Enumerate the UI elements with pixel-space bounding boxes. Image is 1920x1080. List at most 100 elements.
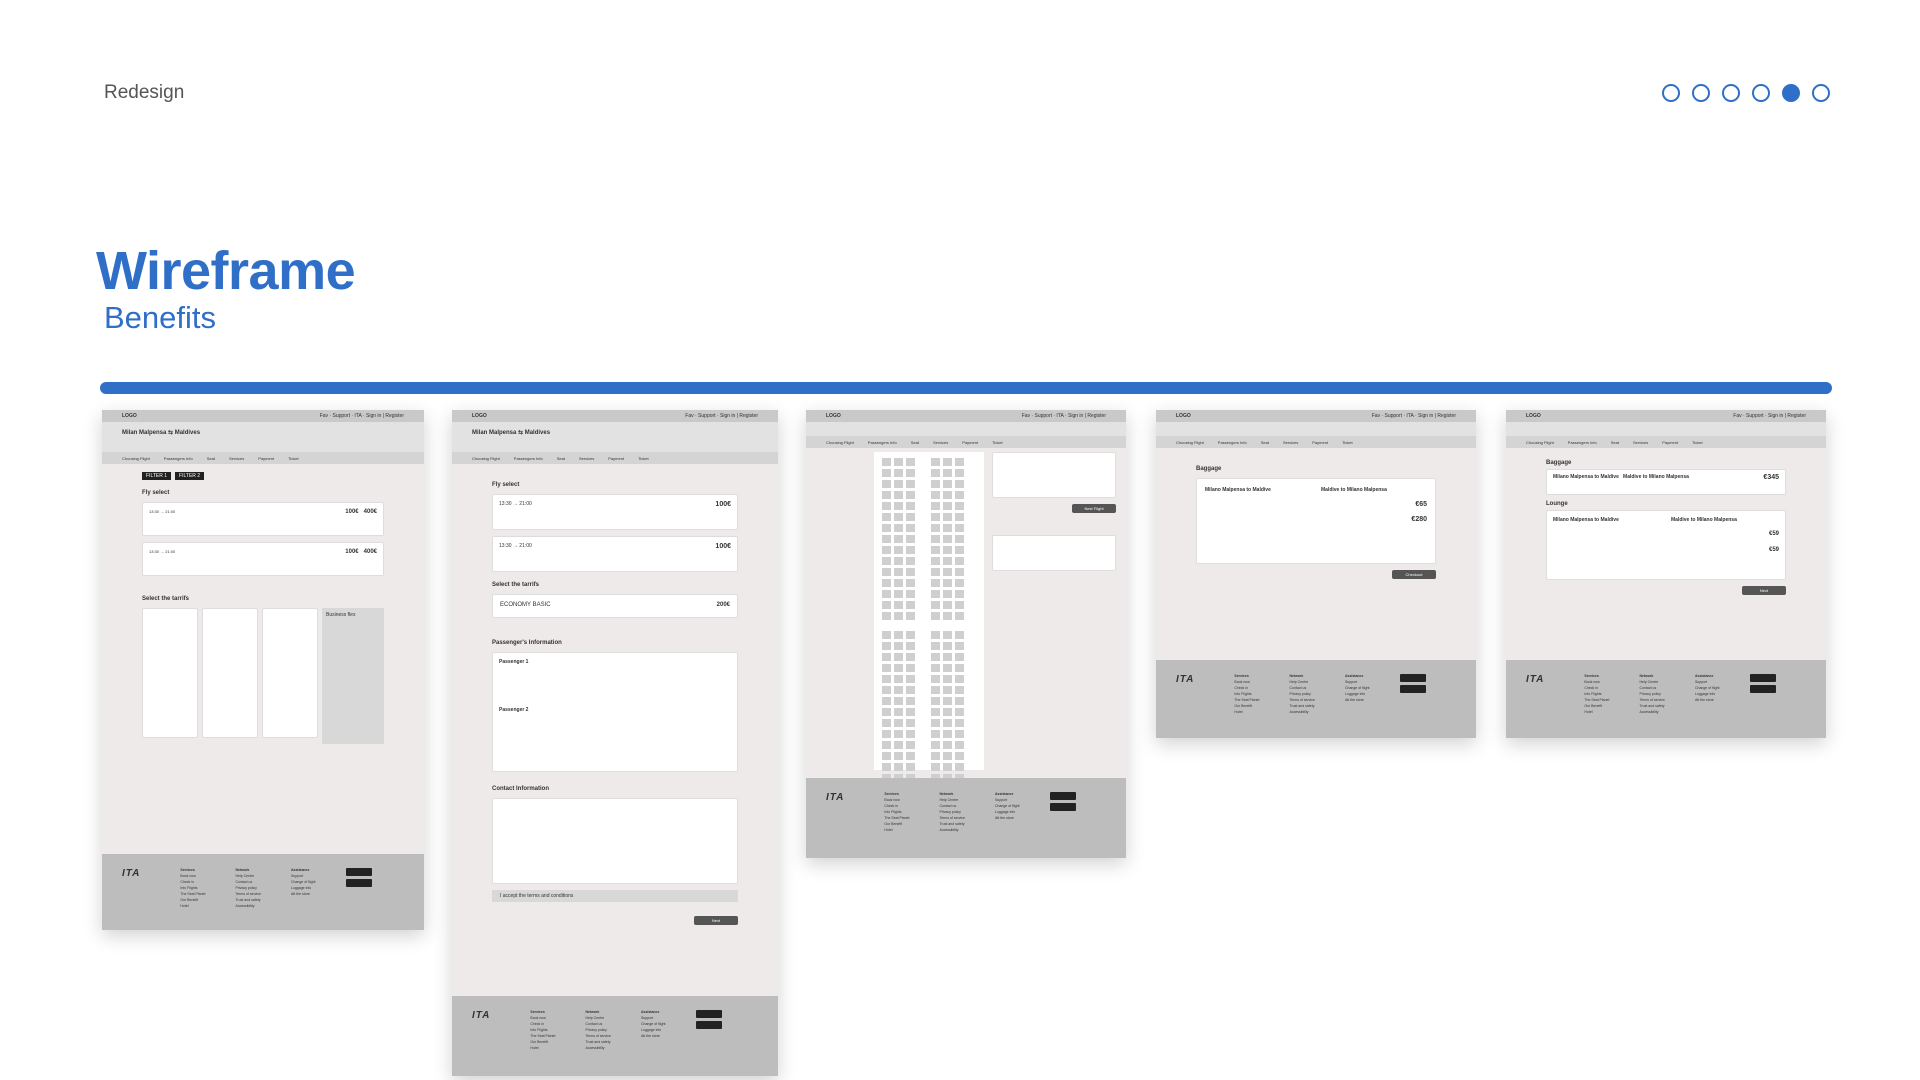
seat[interactable] xyxy=(943,741,952,749)
seat[interactable] xyxy=(955,697,964,705)
footer-link[interactable]: Luggage info xyxy=(995,810,1020,814)
seat[interactable] xyxy=(955,686,964,694)
seat[interactable] xyxy=(882,719,891,727)
seat[interactable] xyxy=(955,664,964,672)
pagination-dot[interactable] xyxy=(1722,84,1740,102)
pagination-dot[interactable] xyxy=(1692,84,1710,102)
seat[interactable] xyxy=(894,708,903,716)
app-store-badges[interactable] xyxy=(1399,674,1426,716)
seat[interactable] xyxy=(955,458,964,466)
filter-2[interactable]: FILTER 2 xyxy=(175,472,205,480)
seat[interactable] xyxy=(894,513,903,521)
seat[interactable] xyxy=(906,697,915,705)
seat[interactable] xyxy=(894,612,903,620)
seat[interactable] xyxy=(882,458,891,466)
footer-link[interactable]: Privacy policy xyxy=(1289,692,1314,696)
seat[interactable] xyxy=(894,653,903,661)
seat[interactable] xyxy=(943,557,952,565)
footer-link[interactable]: Hotel xyxy=(180,904,205,908)
tariff-card[interactable] xyxy=(262,608,318,738)
seat[interactable] xyxy=(931,708,940,716)
footer-link[interactable]: Support xyxy=(995,798,1020,802)
seat[interactable] xyxy=(943,719,952,727)
seat[interactable] xyxy=(882,653,891,661)
seat[interactable] xyxy=(943,535,952,543)
footer-link[interactable]: The Seat Planet xyxy=(530,1034,555,1038)
seat[interactable] xyxy=(894,590,903,598)
seat[interactable] xyxy=(882,524,891,532)
seat[interactable] xyxy=(931,763,940,771)
footer-link[interactable]: Our Benefit xyxy=(1584,704,1609,708)
footer-link[interactable]: Terms of service xyxy=(1289,698,1314,702)
seat[interactable] xyxy=(906,664,915,672)
next-button[interactable]: Next xyxy=(694,916,738,925)
footer-link[interactable]: Help Centre xyxy=(1289,680,1314,684)
seat[interactable] xyxy=(943,675,952,683)
footer-link[interactable]: Trust and safety xyxy=(1639,704,1664,708)
footer-link[interactable]: Contact us xyxy=(1639,686,1664,690)
seat[interactable] xyxy=(882,675,891,683)
seat[interactable] xyxy=(906,601,915,609)
seat[interactable] xyxy=(931,653,940,661)
footer-link[interactable]: Help Centre xyxy=(585,1016,610,1020)
seat[interactable] xyxy=(943,631,952,639)
seat[interactable] xyxy=(882,697,891,705)
seat[interactable] xyxy=(931,686,940,694)
seat[interactable] xyxy=(931,664,940,672)
footer-link[interactable]: Check in xyxy=(530,1022,555,1026)
seat[interactable] xyxy=(943,752,952,760)
footer-link[interactable]: Check in xyxy=(1584,686,1609,690)
seat[interactable] xyxy=(943,730,952,738)
footer-link[interactable]: Book now xyxy=(884,798,909,802)
footer-link[interactable]: Support xyxy=(1695,680,1720,684)
seat[interactable] xyxy=(894,568,903,576)
terms-checkbox[interactable]: I accept the terms and conditions xyxy=(492,890,738,902)
footer-link[interactable]: Contact us xyxy=(235,880,260,884)
flight-card[interactable]: 13:30 → 21:00 100€ xyxy=(492,494,738,530)
seat[interactable] xyxy=(906,741,915,749)
seat[interactable] xyxy=(906,546,915,554)
footer-link[interactable]: Contact us xyxy=(1289,686,1314,690)
seat[interactable] xyxy=(894,491,903,499)
seat[interactable] xyxy=(955,535,964,543)
seat[interactable] xyxy=(894,469,903,477)
footer-link[interactable]: Privacy policy xyxy=(235,886,260,890)
app-store-badges[interactable] xyxy=(1049,792,1076,834)
seat[interactable] xyxy=(955,557,964,565)
seat[interactable] xyxy=(955,568,964,576)
seat[interactable] xyxy=(894,601,903,609)
seat[interactable] xyxy=(906,469,915,477)
checkout-button[interactable]: Checkout xyxy=(1392,570,1436,579)
seat[interactable] xyxy=(894,535,903,543)
seat[interactable] xyxy=(906,686,915,694)
footer-link[interactable]: The Seat Planet xyxy=(180,892,205,896)
seat[interactable] xyxy=(943,653,952,661)
seat[interactable] xyxy=(931,697,940,705)
footer-link[interactable]: The Seat Planet xyxy=(1584,698,1609,702)
seat[interactable] xyxy=(931,491,940,499)
next-button[interactable]: Next xyxy=(1742,586,1786,595)
seat[interactable] xyxy=(906,612,915,620)
seat[interactable] xyxy=(882,763,891,771)
footer-link[interactable]: Luggage info xyxy=(291,886,316,890)
next-flight-button[interactable]: Next Flight xyxy=(1072,504,1116,513)
seat[interactable] xyxy=(955,730,964,738)
seat[interactable] xyxy=(906,524,915,532)
app-store-badges[interactable] xyxy=(1749,674,1776,716)
seat[interactable] xyxy=(931,458,940,466)
seat[interactable] xyxy=(894,557,903,565)
seat[interactable] xyxy=(955,752,964,760)
footer-link[interactable]: Accessibility xyxy=(939,828,964,832)
seat[interactable] xyxy=(894,697,903,705)
seat[interactable] xyxy=(906,568,915,576)
seat[interactable] xyxy=(894,524,903,532)
footer-link[interactable]: Att the store xyxy=(1695,698,1720,702)
wireframe-seat-map[interactable]: LOGO Fav · Support · ITA · Sign in | Regi… xyxy=(806,410,1126,858)
seat[interactable] xyxy=(882,642,891,650)
seat[interactable] xyxy=(931,601,940,609)
footer-link[interactable]: Contact us xyxy=(939,804,964,808)
footer-link[interactable]: Trust and safety xyxy=(939,822,964,826)
footer-link[interactable]: Att the store xyxy=(1345,698,1370,702)
seat[interactable] xyxy=(931,675,940,683)
footer-link[interactable]: Support xyxy=(641,1016,666,1020)
